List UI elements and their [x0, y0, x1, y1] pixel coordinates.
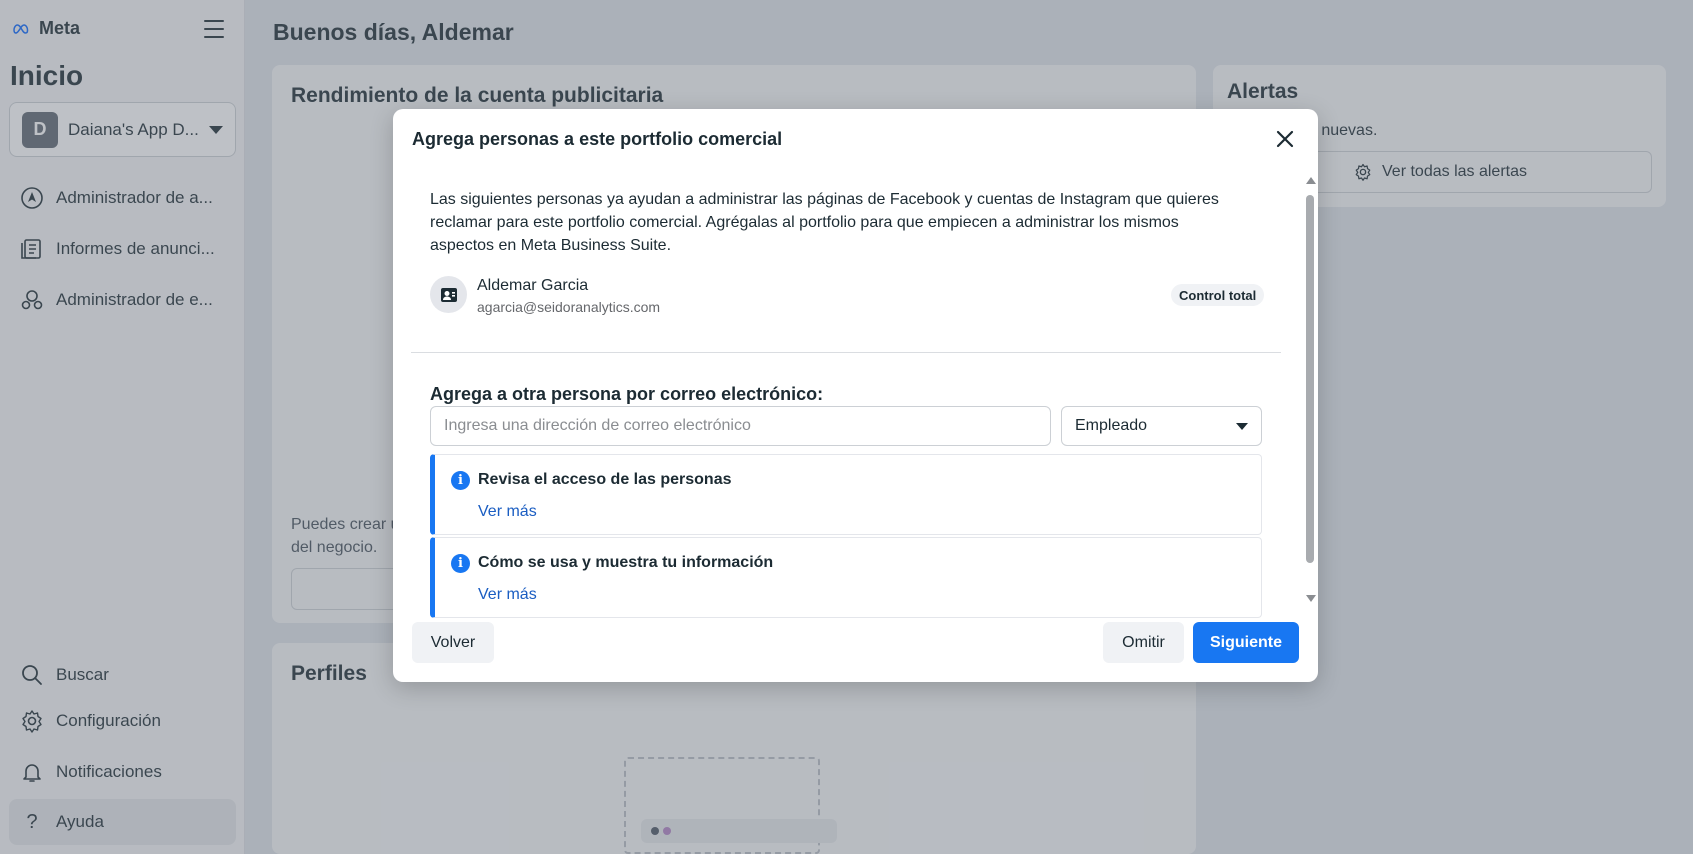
see-more-link[interactable]: Ver más — [478, 586, 537, 604]
close-icon — [1276, 130, 1294, 148]
info-box-title: Cómo se usa y muestra tu información — [478, 554, 774, 571]
divider — [411, 352, 1281, 353]
info-box-access-review: i Revisa el acceso de las personas Ver m… — [430, 454, 1262, 535]
add-person-label: Agrega a otra persona por correo electró… — [430, 384, 824, 404]
person-name: Aldemar Garcia — [477, 277, 589, 294]
scroll-up-icon[interactable] — [1306, 177, 1316, 184]
person-avatar — [430, 276, 467, 313]
info-icon: i — [451, 471, 470, 490]
role-selected-value: Empleado — [1075, 417, 1148, 434]
info-icon: i — [451, 554, 470, 573]
see-more-link[interactable]: Ver más — [478, 503, 537, 521]
add-people-dialog: Agrega personas a este portfolio comerci… — [393, 109, 1318, 682]
dialog-title: Agrega personas a este portfolio comerci… — [412, 129, 783, 149]
skip-button[interactable]: Omitir — [1103, 622, 1184, 663]
role-dropdown[interactable]: Empleado — [1061, 406, 1262, 446]
scroll-down-icon[interactable] — [1306, 595, 1316, 602]
info-box-data-usage: i Cómo se usa y muestra tu información V… — [430, 537, 1262, 618]
person-email: agarcia@seidoranalytics.com — [477, 299, 661, 315]
email-input[interactable] — [430, 406, 1051, 446]
back-button[interactable]: Volver — [412, 622, 494, 663]
close-button[interactable] — [1273, 127, 1297, 151]
chevron-down-icon — [1236, 422, 1248, 430]
access-badge: Control total — [1171, 284, 1265, 306]
dialog-body: Las siguientes personas ya ayudan a admi… — [393, 169, 1302, 619]
scroll-thumb[interactable] — [1306, 195, 1314, 563]
next-button[interactable]: Siguiente — [1193, 622, 1299, 663]
person-badge-icon — [440, 287, 457, 302]
intro-text: Las siguientes personas ya ayudan a admi… — [430, 191, 1219, 254]
info-box-title: Revisa el acceso de las personas — [478, 471, 732, 488]
dialog-scrollbar[interactable] — [1302, 169, 1318, 619]
